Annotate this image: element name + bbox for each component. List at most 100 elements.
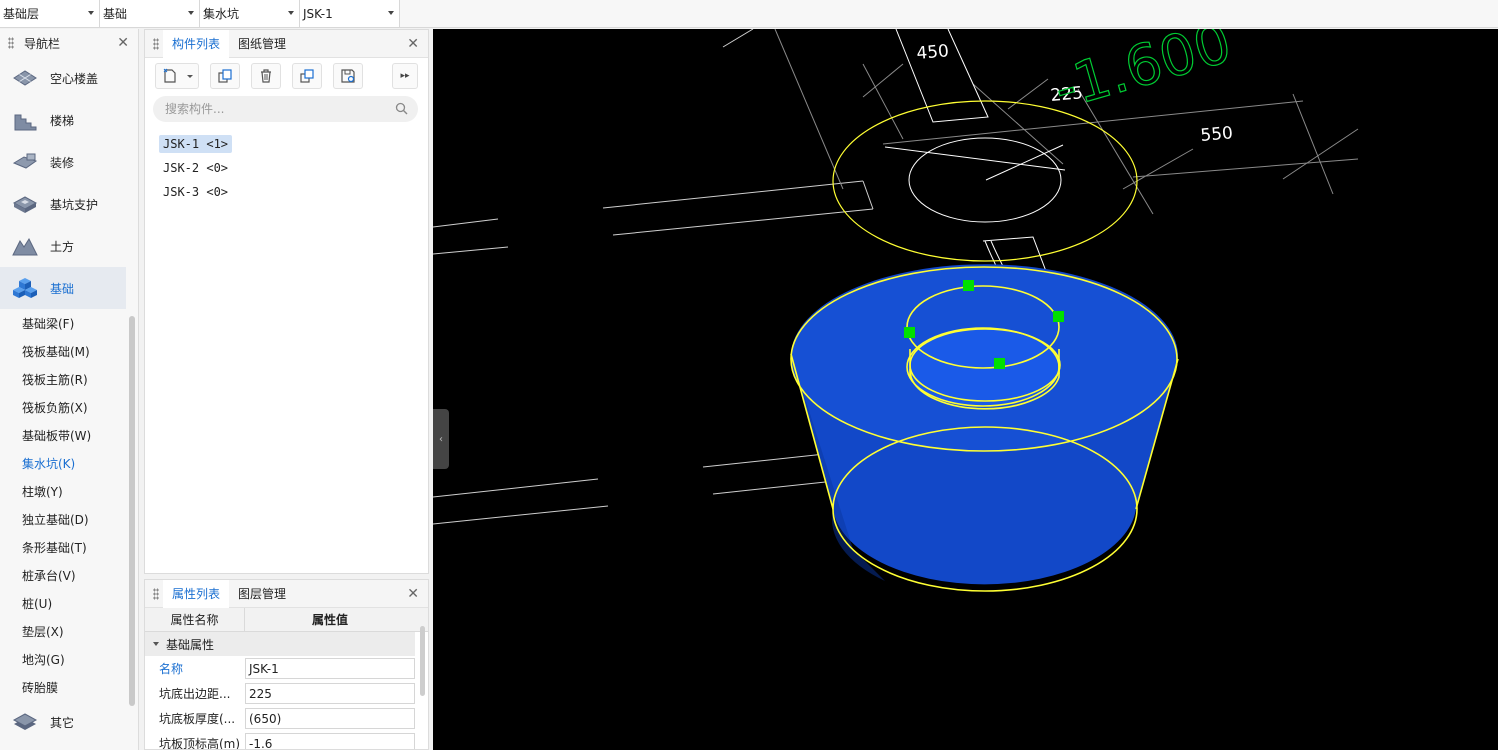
nav-category-label: 装修	[50, 155, 75, 170]
nav-sub-list: 基础梁(F) 筏板基础(M) 筏板主筋(R) 筏板负筋(X) 基础板带(W) 集…	[0, 310, 126, 702]
list-item[interactable]: JSK-2 <0>	[156, 156, 428, 180]
tab-property-list[interactable]: 属性列表	[163, 580, 230, 608]
table-row: 坑板顶标高(m) -1.6	[145, 731, 415, 749]
nav-sub-item-foundation-beam[interactable]: 基础梁(F)	[0, 310, 126, 338]
stairs-icon	[14, 114, 37, 131]
drag-handle-icon[interactable]	[153, 37, 159, 50]
tab-drawing-management[interactable]: 图纸管理	[229, 30, 295, 58]
table-row: 名称 JSK-1	[145, 656, 415, 681]
nav-sub-item-pile[interactable]: 桩(U)	[0, 590, 126, 618]
search-input[interactable]	[165, 102, 385, 116]
viewport-canvas[interactable]: 450 225 550 -1.600	[433, 29, 1498, 750]
earthwork-icon	[12, 237, 38, 256]
list-item[interactable]: JSK-3 <0>	[156, 180, 428, 204]
nav-sub-item-isolated-footing[interactable]: 独立基础(D)	[0, 506, 126, 534]
component-toolbar: ▸▸	[145, 58, 428, 94]
nav-category-pit-support[interactable]: 基坑支护	[0, 183, 138, 225]
floor-combo[interactable]: 基础层	[0, 0, 100, 27]
nav-category-label: 其它	[50, 715, 75, 730]
list-item-label: JSK-2 <0>	[163, 161, 229, 175]
tab-layer-management[interactable]: 图层管理	[229, 580, 295, 608]
list-item[interactable]: JSK-1 <1>	[156, 132, 428, 156]
pit-support-icon	[12, 196, 38, 213]
property-value-field[interactable]: -1.6	[245, 733, 415, 749]
layers-icon	[12, 713, 38, 730]
property-table-header: 属性名称 属性值	[145, 608, 428, 632]
component-combo-value: JSK-1	[303, 6, 333, 21]
tab-component-list[interactable]: 构件列表	[163, 29, 230, 58]
nav-sub-item-foundation-strip[interactable]: 基础板带(W)	[0, 422, 126, 450]
nav-sub-item-raft-main-rebar[interactable]: 筏板主筋(R)	[0, 366, 126, 394]
nav-category-foundation[interactable]: 基础	[0, 267, 126, 309]
property-group[interactable]: 基础属性	[145, 632, 415, 656]
nav-sub-item-column-pier[interactable]: 柱墩(Y)	[0, 478, 126, 506]
nav-category-decoration[interactable]: 装修	[0, 141, 138, 183]
component-search	[153, 96, 418, 122]
chevron-down-icon	[388, 11, 394, 15]
drag-handle-icon[interactable]	[153, 587, 159, 600]
nav-scrollbar[interactable]	[129, 316, 135, 706]
nav-sub-item-sump-pit[interactable]: 集水坑(K)	[0, 450, 126, 478]
property-value-field[interactable]: (650)	[245, 708, 415, 729]
foundation-icon	[13, 278, 37, 298]
component-list: JSK-1 <1> JSK-2 <0> JSK-3 <0>	[145, 122, 428, 204]
nav-sub-item-brick-mold[interactable]: 砖胎膜	[0, 674, 126, 702]
grip-handle[interactable]	[963, 280, 974, 291]
category-combo[interactable]: 基础	[100, 0, 200, 27]
close-icon[interactable]: ✕	[407, 586, 419, 602]
new-component-button[interactable]	[155, 63, 199, 89]
type-combo[interactable]: 集水坑	[200, 0, 300, 27]
layer-copy-icon	[300, 69, 314, 83]
property-group-label: 基础属性	[166, 637, 215, 652]
floor-combo-value: 基础层	[3, 7, 40, 21]
list-item-label: JSK-3 <0>	[163, 185, 229, 199]
property-value-field[interactable]: JSK-1	[245, 658, 415, 679]
close-icon[interactable]: ✕	[407, 36, 419, 52]
property-panel: 属性列表 图层管理 ✕ 属性名称 属性值 基础属性 名称 JSK-1 坑底出边距…	[144, 579, 429, 750]
grip-handle[interactable]	[994, 358, 1005, 369]
save-template-button[interactable]	[333, 63, 363, 89]
dimension-label-550: 550	[1200, 123, 1234, 146]
save-icon	[341, 69, 355, 83]
grip-handle[interactable]	[1053, 311, 1064, 322]
search-icon[interactable]	[395, 102, 408, 115]
nav-category-label: 土方	[50, 239, 75, 254]
nav-category-other[interactable]: 其它	[0, 701, 126, 743]
3d-viewport[interactable]: 450 225 550 -1.600	[433, 29, 1498, 750]
nav-category-earthwork[interactable]: 土方	[0, 225, 138, 267]
top-selector-bar: 基础层 基础 集水坑 JSK-1	[0, 0, 1498, 28]
chevron-down-icon	[188, 11, 194, 15]
nav-sub-item-trench[interactable]: 地沟(G)	[0, 646, 126, 674]
nav-category-label: 基坑支护	[50, 197, 99, 212]
more-tools-button[interactable]: ▸▸	[392, 63, 418, 89]
nav-sub-item-cushion[interactable]: 垫层(X)	[0, 618, 126, 646]
list-item-label: JSK-1 <1>	[159, 135, 233, 153]
component-combo[interactable]: JSK-1	[300, 0, 400, 27]
hollow-slab-icon	[13, 70, 37, 86]
delete-component-button[interactable]	[251, 63, 281, 89]
elevation-label: -1.600	[1047, 29, 1238, 122]
drag-handle-icon[interactable]	[8, 37, 14, 49]
component-tabs: 构件列表 图纸管理 ✕	[145, 29, 428, 58]
copy-component-button[interactable]	[210, 63, 240, 89]
table-row: 坑底板厚度(... (650)	[145, 706, 415, 731]
nav-category-hollow-slab[interactable]: 空心楼盖	[0, 57, 138, 99]
type-combo-value: 集水坑	[203, 7, 240, 21]
property-scrollbar[interactable]	[420, 626, 425, 696]
nav-sub-item-raft-negative-rebar[interactable]: 筏板负筋(X)	[0, 394, 126, 422]
grip-handle[interactable]	[904, 327, 915, 338]
column-header-name: 属性名称	[145, 608, 245, 631]
nav-title: 导航栏	[24, 36, 61, 51]
collapse-panel-button[interactable]: ‹	[433, 409, 449, 469]
property-tabs: 属性列表 图层管理 ✕	[145, 580, 428, 608]
property-name: 名称	[159, 662, 184, 676]
nav-sub-item-raft-foundation[interactable]: 筏板基础(M)	[0, 338, 126, 366]
nav-sub-item-strip-footing[interactable]: 条形基础(T)	[0, 534, 126, 562]
close-icon[interactable]: ✕	[117, 35, 129, 51]
chevron-left-icon: ‹	[439, 433, 443, 445]
nav-category-stairs[interactable]: 楼梯	[0, 99, 138, 141]
property-value-field[interactable]: 225	[245, 683, 415, 704]
layer-copy-button[interactable]	[292, 63, 322, 89]
nav-sub-item-pile-cap[interactable]: 桩承台(V)	[0, 562, 126, 590]
column-header-value: 属性值	[311, 613, 348, 627]
